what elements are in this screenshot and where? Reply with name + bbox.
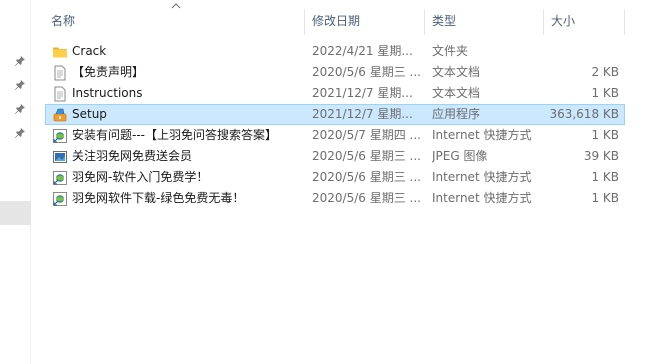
- column-divider[interactable]: [424, 9, 425, 35]
- column-divider[interactable]: [304, 9, 305, 35]
- file-row[interactable]: Crack 2022/4/21 星期... 文件夹: [45, 41, 625, 62]
- file-date: 2021/12/7 星期...: [312, 86, 413, 100]
- file-size: 1 KB: [591, 86, 619, 100]
- internet-shortcut-icon: [52, 128, 68, 144]
- file-date: 2020/5/6 星期三 ...: [312, 65, 421, 79]
- file-type: Internet 快捷方式: [432, 191, 532, 205]
- file-row[interactable]: Instructions 2021/12/7 星期... 文本文档 1 KB: [45, 83, 625, 104]
- column-divider[interactable]: [543, 9, 544, 35]
- pin-icon[interactable]: [14, 103, 26, 115]
- file-date: 2020/5/6 星期三 ...: [312, 191, 421, 205]
- file-type: 应用程序: [432, 107, 481, 121]
- file-type: 文本文档: [432, 65, 481, 79]
- folder-icon: [52, 44, 68, 60]
- pin-icon[interactable]: [14, 55, 26, 67]
- file-size: 363,618 KB: [549, 107, 619, 121]
- file-date: 2020/5/6 星期三 ...: [312, 149, 421, 163]
- file-date: 2021/12/7 星期...: [312, 107, 413, 121]
- pin-icon[interactable]: [14, 79, 26, 91]
- setup-installer-icon: [52, 107, 68, 123]
- file-size: [540, 42, 619, 61]
- file-type: 文件夹: [432, 44, 469, 58]
- file-row[interactable]: 【免责声明】 2020/5/6 星期三 ... 文本文档 2 KB: [45, 62, 625, 83]
- file-name: Crack: [72, 44, 107, 58]
- file-date: 2020/5/7 星期四 ...: [312, 128, 421, 142]
- column-header-row: 名称 修改日期 类型 大小: [38, 3, 640, 35]
- internet-shortcut-icon: [52, 170, 68, 186]
- file-name: 安装有问题---【上羽免问答搜索答案】: [72, 128, 277, 142]
- column-header-size[interactable]: 大小: [551, 7, 621, 35]
- column-header-date[interactable]: 修改日期: [312, 7, 422, 35]
- text-document-icon: [52, 86, 68, 102]
- text-document-icon: [52, 65, 68, 81]
- internet-shortcut-icon: [52, 191, 68, 207]
- file-name: Setup: [72, 107, 107, 121]
- pin-icon[interactable]: [14, 127, 26, 139]
- column-header-type[interactable]: 类型: [432, 7, 542, 35]
- file-name: Instructions: [72, 86, 143, 100]
- file-date: 2022/4/21 星期...: [312, 44, 413, 58]
- nav-selected-item[interactable]: [0, 201, 31, 225]
- file-type: Internet 快捷方式: [432, 128, 532, 142]
- file-row[interactable]: 关注羽免网免费送会员 2020/5/6 星期三 ... JPEG 图像 39 K…: [45, 146, 625, 167]
- file-row-selected[interactable]: Setup 2021/12/7 星期... 应用程序 363,618 KB: [45, 104, 625, 125]
- column-divider[interactable]: [624, 9, 625, 35]
- file-size: 1 KB: [591, 191, 619, 205]
- file-name: 关注羽免网免费送会员: [72, 149, 193, 163]
- file-name: 羽免网-软件入门免费学！: [72, 170, 209, 184]
- file-type: JPEG 图像: [432, 149, 488, 163]
- jpeg-image-icon: [52, 149, 68, 165]
- vertical-scrollbar[interactable]: [638, 0, 646, 364]
- file-type: 文本文档: [432, 86, 481, 100]
- file-size: 1 KB: [591, 128, 619, 142]
- file-size: 1 KB: [591, 170, 619, 184]
- file-row[interactable]: 羽免网-软件入门免费学！ 2020/5/6 星期三 ... Internet 快…: [45, 167, 625, 188]
- file-date: 2020/5/6 星期三 ...: [312, 170, 421, 184]
- column-header-name[interactable]: 名称: [51, 7, 301, 35]
- file-name: 羽免网软件下载-绿色免费无毒！: [72, 191, 245, 205]
- file-size: 2 KB: [591, 65, 619, 79]
- navigation-pane: [0, 0, 31, 364]
- file-size: 39 KB: [583, 149, 619, 163]
- file-row[interactable]: 安装有问题---【上羽免问答搜索答案】 2020/5/7 星期四 ... Int…: [45, 125, 625, 146]
- file-type: Internet 快捷方式: [432, 170, 532, 184]
- file-name: 【免责声明】: [72, 65, 145, 79]
- file-row[interactable]: 羽免网软件下载-绿色免费无毒！ 2020/5/6 星期三 ... Interne…: [45, 188, 625, 209]
